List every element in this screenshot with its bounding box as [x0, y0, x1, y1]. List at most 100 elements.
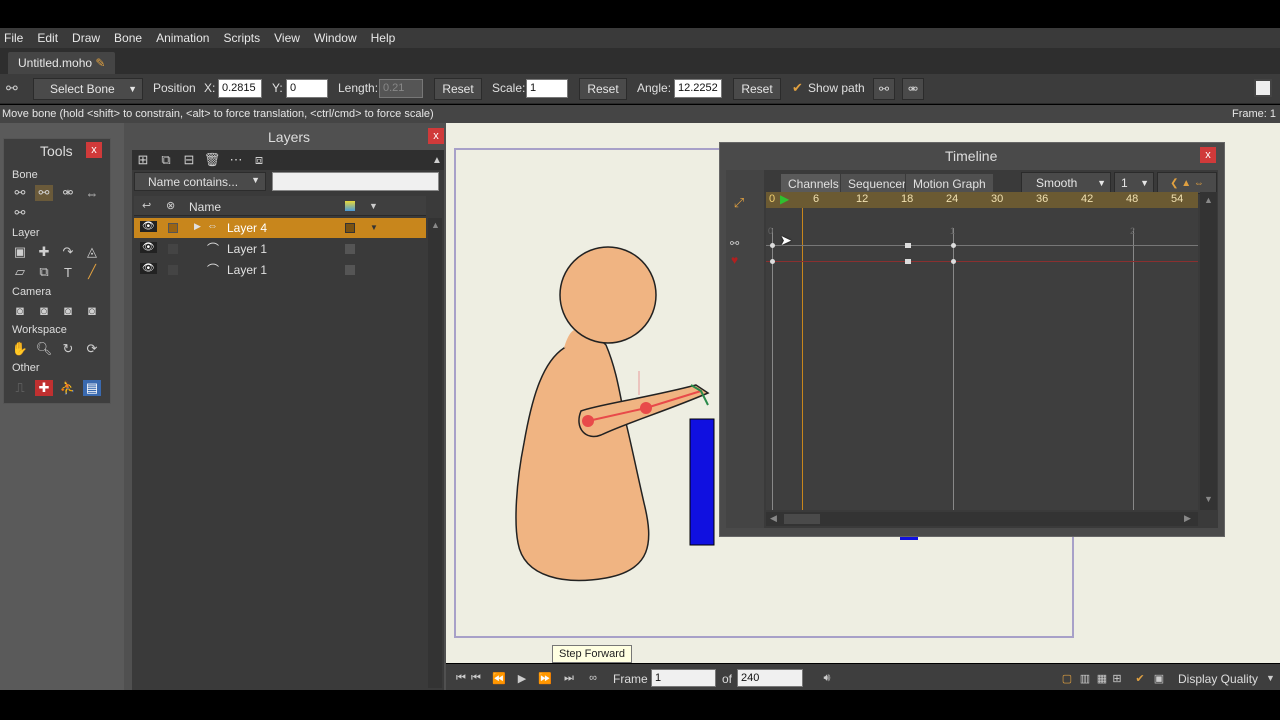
- rotate-workspace-icon[interactable]: ↻: [59, 341, 77, 357]
- angle-field[interactable]: 12.2252: [674, 79, 722, 98]
- keyframe[interactable]: [951, 243, 956, 248]
- duplicate-layer-icon[interactable]: ⧉: [157, 152, 175, 168]
- tab-sequencer[interactable]: Sequencer: [840, 173, 915, 193]
- keyframe-nav-icon[interactable]: ❮ ▲ ⇔: [1157, 172, 1217, 194]
- keyframe[interactable]: [905, 243, 911, 248]
- loop-icon[interactable]: ∞: [584, 670, 602, 686]
- translate-bone-icon[interactable]: ⚯: [35, 185, 53, 201]
- y-field[interactable]: 0: [286, 79, 328, 98]
- bone-constraint-icon[interactable]: ⚯: [873, 78, 895, 100]
- collapse-icon[interactable]: ▲: [428, 152, 446, 168]
- menu-view[interactable]: View: [274, 31, 300, 45]
- tab-channels[interactable]: Channels: [780, 173, 847, 193]
- annotate-icon[interactable]: ⎍: [11, 380, 29, 396]
- audio-icon[interactable]: 🔊︎: [818, 670, 836, 686]
- select-bone-icon[interactable]: ⚯: [11, 185, 29, 201]
- camera-roll-icon[interactable]: ◙: [59, 302, 77, 318]
- checkmark-icon[interactable]: ✔: [1131, 670, 1149, 686]
- scroll-down-icon[interactable]: ▼: [1204, 494, 1213, 504]
- eye-icon[interactable]: 👁︎: [140, 242, 157, 253]
- layer-label-color[interactable]: [345, 265, 355, 275]
- layers-scrollbar[interactable]: [428, 218, 442, 688]
- grid-view-icon[interactable]: ⊞: [1108, 670, 1126, 686]
- scale-field[interactable]: 1: [526, 79, 568, 98]
- reset-position-button[interactable]: Reset: [434, 78, 482, 100]
- scroll-up-icon[interactable]: ▲: [1204, 195, 1213, 205]
- timeline-vscrollbar[interactable]: ▲ ▼: [1200, 192, 1217, 510]
- timeline-hscrollbar[interactable]: ◀ ▶: [766, 512, 1198, 526]
- layers-close-button[interactable]: x: [428, 128, 444, 144]
- previous-keyframe-icon[interactable]: ⏮: [467, 670, 485, 686]
- tools-close-button[interactable]: x: [86, 142, 102, 158]
- play-icon[interactable]: ▶: [513, 670, 531, 686]
- name-column-header[interactable]: Name: [189, 200, 221, 214]
- timeline-ruler[interactable]: 0 ▶ 6 12 18 24 30 36 42 48 54: [766, 192, 1198, 208]
- display-quality-label[interactable]: Display Quality: [1178, 672, 1258, 686]
- x-field[interactable]: 0.2815: [218, 79, 262, 98]
- next-keyframe-icon[interactable]: ⏭: [560, 670, 578, 686]
- single-view-icon[interactable]: ▢: [1058, 670, 1076, 686]
- menu-help[interactable]: Help: [371, 31, 396, 45]
- timeline-grid[interactable]: 0 1 2: [766, 208, 1198, 510]
- step-back-icon[interactable]: ⏪: [490, 670, 508, 686]
- menu-animation[interactable]: Animation: [156, 31, 209, 45]
- add-bone-icon[interactable]: ⚯: [11, 205, 29, 221]
- total-frames-input[interactable]: 240: [737, 669, 803, 687]
- layer-tool-icon[interactable]: ▣: [11, 244, 29, 260]
- rotate-layer-icon[interactable]: ↷: [59, 244, 77, 260]
- tool-select-dropdown[interactable]: Select Bone ▼: [33, 78, 143, 100]
- tab-motion-graph[interactable]: Motion Graph: [905, 173, 994, 193]
- eye-icon[interactable]: 👁︎: [140, 263, 157, 274]
- color-column-icon[interactable]: [345, 201, 355, 211]
- camera-track-icon[interactable]: ◙: [11, 302, 29, 318]
- step-dropdown[interactable]: 1 ▼: [1114, 172, 1154, 194]
- split-view-icon[interactable]: ▥: [1076, 670, 1094, 686]
- layer-row[interactable]: 👁︎ ▶ ⇔ Layer 4 ▼: [134, 218, 426, 238]
- layer-row[interactable]: 👁︎ ⌒ Layer 1: [134, 260, 426, 280]
- insert-text-icon[interactable]: ✚: [35, 380, 53, 396]
- layer-row[interactable]: 👁︎ ⌒ Layer 1: [134, 239, 426, 259]
- scale-layer-icon[interactable]: ◬: [83, 244, 101, 260]
- scale-bone-icon[interactable]: ⚮: [59, 185, 77, 201]
- character-artwork[interactable]: [446, 123, 726, 593]
- delete-layer-icon[interactable]: 🗑︎: [203, 152, 221, 168]
- color-filter-chevron-icon[interactable]: ▼: [369, 201, 378, 211]
- layer-label-color[interactable]: [345, 244, 355, 254]
- show-path-checkbox[interactable]: ✔: [792, 80, 803, 96]
- character-wizard-icon[interactable]: ⛹: [59, 380, 77, 396]
- shear-layer-icon[interactable]: ▱: [11, 264, 29, 280]
- playhead-icon[interactable]: ▶: [780, 192, 789, 206]
- timeline-close-button[interactable]: x: [1200, 147, 1216, 163]
- rotate-bone-icon[interactable]: ⇔: [83, 185, 101, 201]
- eyedropper-icon[interactable]: ╱: [83, 264, 101, 280]
- bone-flip-icon[interactable]: ⚮: [902, 78, 924, 100]
- expand-arrow-icon[interactable]: ▶: [194, 221, 201, 232]
- expand-icon[interactable]: ⤢: [730, 195, 748, 211]
- reset-scale-button[interactable]: Reset: [579, 78, 627, 100]
- keyframe[interactable]: [770, 243, 775, 248]
- chevron-down-icon[interactable]: ▼: [370, 223, 378, 232]
- name-filter-input[interactable]: [272, 172, 439, 191]
- keyframe[interactable]: [905, 259, 911, 264]
- frame-input[interactable]: 1: [651, 669, 716, 687]
- scroll-right-icon[interactable]: ▶: [1184, 513, 1191, 524]
- camera-zoom-icon[interactable]: ◙: [35, 302, 53, 318]
- translate-layer-icon[interactable]: ✚: [35, 244, 53, 260]
- eye-icon[interactable]: 👁︎: [140, 221, 157, 232]
- menu-scripts[interactable]: Scripts: [223, 31, 260, 45]
- panel-toggle-icon[interactable]: [1254, 79, 1272, 97]
- zoom-icon[interactable]: 🔍︎: [35, 341, 53, 357]
- keyframe[interactable]: [770, 259, 775, 264]
- menu-draw[interactable]: Draw: [72, 31, 100, 45]
- layer-copy-icon[interactable]: ⧈: [250, 152, 268, 168]
- step-forward-icon[interactable]: ⏩: [536, 670, 554, 686]
- new-layer-icon[interactable]: ⊞: [134, 152, 152, 168]
- menu-file[interactable]: File: [4, 31, 23, 45]
- layer-settings-icon[interactable]: ⊟: [180, 152, 198, 168]
- layer-label-color[interactable]: [345, 223, 355, 233]
- reset-angle-button[interactable]: Reset: [733, 78, 781, 100]
- keyframe[interactable]: [951, 259, 956, 264]
- menu-window[interactable]: Window: [314, 31, 357, 45]
- document-tab[interactable]: Untitled.moho ✎: [8, 52, 116, 74]
- length-field[interactable]: 0.21: [379, 79, 423, 98]
